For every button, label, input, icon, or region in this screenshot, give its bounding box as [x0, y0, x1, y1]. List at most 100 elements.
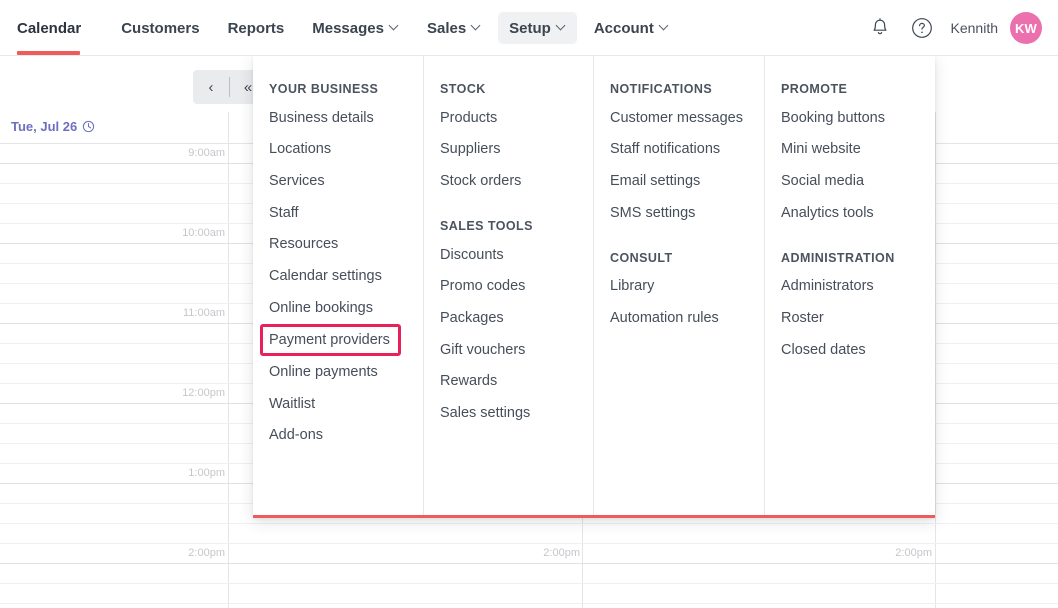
app-root: ‹ « Tue, Jul 26 9:00am 10:00am 11:00am 1… [0, 0, 1058, 608]
menu-columns: YOUR BUSINESS Business details Locations Se… [253, 56, 935, 515]
menu-item-wrapper: Roster [781, 302, 925, 334]
calendar-slot-row[interactable] [0, 604, 1058, 608]
menu-item-waitlist[interactable]: Waitlist [269, 388, 413, 420]
menu-item-resources[interactable]: Resources [269, 229, 413, 261]
menu-group-heading: SALES TOOLS [440, 219, 533, 234]
menu-item-wrapper: SMS settings [610, 197, 754, 229]
calendar-date-text: Tue, Jul 26 [11, 119, 78, 134]
menu-item-wrapper: Mini website [781, 134, 925, 166]
menu-item-closed-dates[interactable]: Closed dates [781, 334, 925, 366]
nav-item-sales[interactable]: Sales [416, 12, 492, 44]
menu-item-customer-messages[interactable]: Customer messages [610, 102, 754, 134]
menu-item-rewards[interactable]: Rewards [440, 366, 583, 398]
menu-item-locations[interactable]: Locations [269, 134, 413, 166]
menu-item-wrapper: Rewards [440, 366, 583, 398]
nav-item-label: Reports [227, 19, 285, 37]
hour-label: 2:00pm [188, 547, 225, 559]
setup-dropdown-menu: YOUR BUSINESS Business details Locations Se… [253, 56, 935, 518]
menu-item-social-media[interactable]: Social media [781, 165, 925, 197]
menu-item-analytics-tools[interactable]: Analytics tools [781, 197, 925, 229]
user-menu[interactable]: Kennith KW [951, 12, 1042, 44]
menu-group-heading: PROMOTE [781, 82, 848, 96]
nav-item-calendar[interactable]: Calendar [17, 12, 92, 44]
menu-item-services[interactable]: Services [269, 165, 413, 197]
calendar-slot-row[interactable] [0, 584, 1058, 604]
calendar-slot-row[interactable] [0, 564, 1058, 584]
menu-item-add-ons[interactable]: Add-ons [269, 420, 413, 452]
calendar-date-label[interactable]: Tue, Jul 26 [11, 119, 95, 134]
menu-item-suppliers[interactable]: Suppliers [440, 134, 583, 166]
nav-item-reports[interactable]: Reports [217, 12, 296, 44]
menu-item-wrapper: Waitlist [269, 388, 413, 420]
menu-column-inner: PROMOTE Booking buttons Mini website Social… [765, 82, 935, 366]
menu-item-wrapper: Staff [269, 197, 413, 229]
menu-group-heading: CONSULT [610, 250, 673, 265]
menu-item-wrapper: Administrators [781, 271, 925, 303]
nav-right-cluster: Kennith KW [867, 0, 1042, 56]
notifications-button[interactable] [867, 15, 893, 41]
menu-item-promo-codes[interactable]: Promo codes [440, 271, 583, 303]
nav-item-label: Messages [312, 19, 384, 37]
menu-item-staff-notifications[interactable]: Staff notifications [610, 134, 754, 166]
nav-item-account[interactable]: Account [583, 12, 680, 44]
chevron-down-icon [660, 22, 669, 31]
menu-item-administrators[interactable]: Administrators [781, 271, 925, 303]
menu-item-sales-settings[interactable]: Sales settings [440, 397, 583, 429]
double-chevron-left-icon: « [243, 78, 253, 96]
day-header-divider-1 [228, 112, 229, 144]
menu-item-library[interactable]: Library [610, 271, 754, 303]
menu-column-1: YOUR BUSINESS Business details Locations Se… [253, 56, 423, 515]
menu-item-wrapper: Stock orders [440, 165, 583, 197]
menu-item-wrapper: Booking buttons [781, 102, 925, 134]
menu-item-stock-orders[interactable]: Stock orders [440, 165, 583, 197]
nav-item-customers[interactable]: Customers [110, 12, 210, 44]
prev-day-button[interactable]: ‹ [193, 70, 229, 104]
chevron-left-icon: ‹ [208, 78, 214, 96]
avatar[interactable]: KW [1010, 12, 1042, 44]
menu-column-inner: STOCK Products Suppliers Stock orders SALES … [424, 82, 593, 429]
nav-item-label: Setup [509, 19, 551, 37]
menu-item-wrapper: Email settings [610, 165, 754, 197]
menu-item-wrapper: Locations [269, 134, 413, 166]
menu-item-staff[interactable]: Staff [269, 197, 413, 229]
menu-item-roster[interactable]: Roster [781, 302, 925, 334]
calendar-slot-row[interactable] [0, 524, 1058, 544]
menu-item-payment-providers[interactable]: Payment providers [260, 323, 401, 357]
menu-item-gift-vouchers[interactable]: Gift vouchers [440, 334, 583, 366]
hour-label: 11:00am [183, 307, 225, 319]
menu-item-wrapper: Staff notifications [610, 134, 754, 166]
avatar-initials: KW [1014, 20, 1038, 36]
menu-item-mini-website[interactable]: Mini website [781, 134, 925, 166]
menu-item-packages[interactable]: Packages [440, 302, 583, 334]
menu-item-business-details[interactable]: Business details [269, 102, 413, 134]
menu-item-wrapper: Packages [440, 302, 583, 334]
menu-item-wrapper: Online payments [269, 356, 413, 388]
user-name-label: Kennith [950, 20, 998, 36]
menu-item-online-bookings[interactable]: Online bookings [269, 292, 413, 324]
menu-item-wrapper: Suppliers [440, 134, 583, 166]
menu-item-sms-settings[interactable]: SMS settings [610, 197, 754, 229]
menu-item-booking-buttons[interactable]: Booking buttons [781, 102, 925, 134]
nav-item-messages[interactable]: Messages [301, 12, 410, 44]
menu-item-wrapper: Social media [781, 165, 925, 197]
day-header-divider-3 [935, 112, 936, 144]
menu-item-wrapper: Customer messages [610, 102, 754, 134]
menu-item-products[interactable]: Products [440, 102, 583, 134]
menu-item-discounts[interactable]: Discounts [440, 239, 583, 271]
menu-group-heading: ADMINISTRATION [781, 250, 895, 265]
hour-label: 1:00pm [188, 467, 225, 479]
menu-group-heading: STOCK [440, 82, 486, 96]
hour-label: 9:00am [188, 147, 225, 159]
chevron-down-icon [557, 22, 566, 31]
menu-item-email-settings[interactable]: Email settings [610, 165, 754, 197]
menu-item-online-payments[interactable]: Online payments [269, 356, 413, 388]
menu-item-wrapper: Discounts [440, 239, 583, 271]
hour-label: 12:00pm [182, 387, 225, 399]
menu-item-wrapper: Automation rules [610, 302, 754, 334]
menu-item-calendar-settings[interactable]: Calendar settings [269, 260, 413, 292]
menu-item-wrapper: Business details [269, 102, 413, 134]
menu-item-wrapper: Calendar settings [269, 260, 413, 292]
menu-item-automation-rules[interactable]: Automation rules [610, 302, 754, 334]
help-button[interactable] [909, 15, 935, 41]
nav-item-setup[interactable]: Setup [498, 12, 577, 44]
